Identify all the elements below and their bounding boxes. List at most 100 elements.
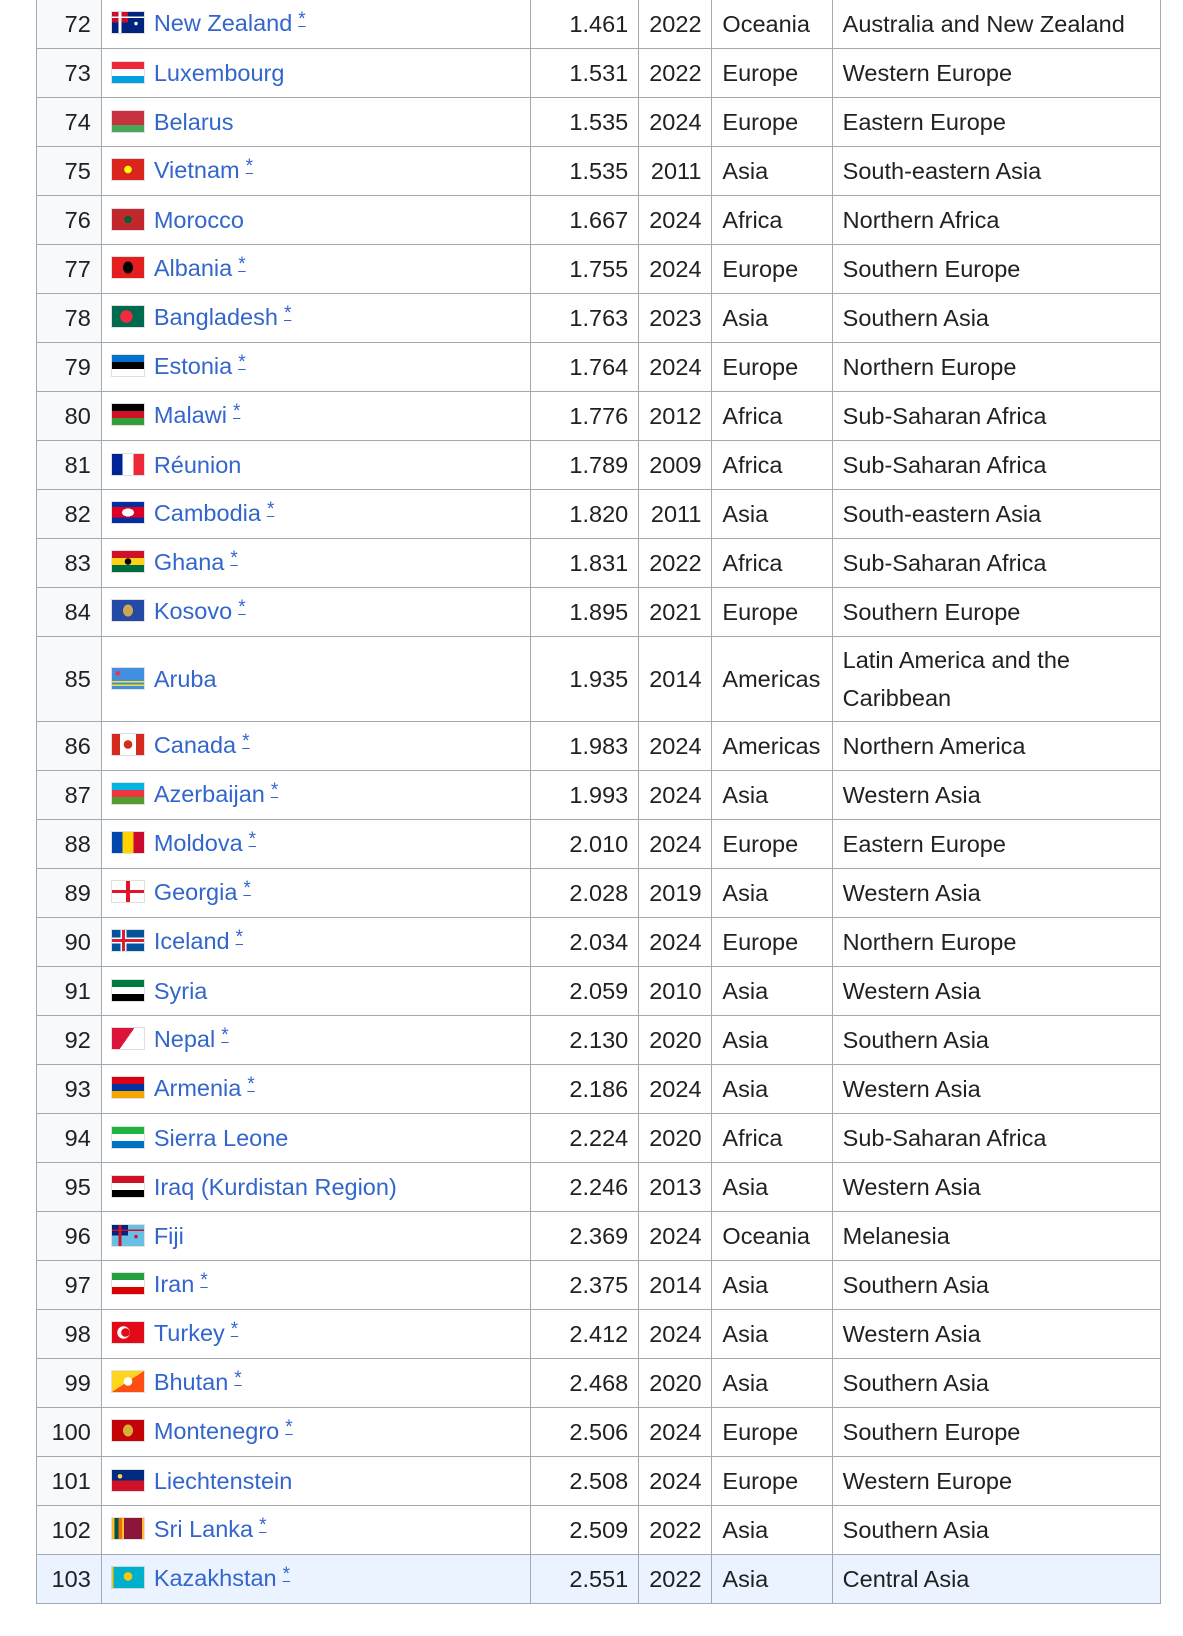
value-cell: 1.755	[529, 244, 640, 294]
region-cell: Asia	[711, 1015, 833, 1065]
country-link[interactable]: Iceland	[154, 928, 230, 954]
country-cell: Azerbaijan *	[100, 770, 531, 820]
value-cell: 1.535	[529, 146, 640, 196]
region-cell: Asia	[711, 1162, 833, 1212]
country-link[interactable]: Moldova	[154, 830, 243, 856]
rank-cell: 98	[36, 1309, 102, 1359]
note-marker-link[interactable]: *	[271, 780, 278, 801]
year-cell: 2024	[638, 1407, 713, 1457]
country-cell: Albania *	[100, 244, 531, 294]
value-cell: 2.028	[529, 868, 640, 918]
country-link[interactable]: Turkey	[154, 1320, 225, 1346]
subregion-cell: Southern Asia	[831, 1015, 1162, 1065]
kazakhstan-flag-icon	[111, 1566, 144, 1588]
country-cell: Syria	[100, 966, 531, 1016]
kosovo-flag-icon	[111, 599, 144, 621]
rank-cell: 83	[36, 538, 102, 588]
table-row: 78 Bangladesh * 1.763 2023 Asia Southern Asia	[36, 293, 1162, 343]
table-row: 75 Vietnam * 1.535 2011 Asia South-eastern Asi…	[36, 146, 1162, 196]
region-cell: Europe	[711, 819, 833, 869]
montenegro-flag-icon	[111, 1419, 144, 1441]
luxembourg-flag-icon	[111, 62, 144, 84]
note-marker-link[interactable]: *	[246, 156, 253, 177]
country-cell: New Zealand *	[100, 0, 531, 49]
country-link[interactable]: Albania	[154, 255, 232, 281]
country-cell: Canada *	[100, 721, 531, 771]
value-cell: 1.535	[529, 97, 640, 147]
value-cell: 1.461	[529, 0, 640, 49]
country-link[interactable]: Kosovo	[154, 598, 232, 624]
year-cell: 2012	[638, 391, 713, 441]
country-link[interactable]: Réunion	[154, 452, 242, 478]
note-marker-link[interactable]: *	[200, 1270, 207, 1291]
country-link[interactable]: Morocco	[154, 207, 244, 233]
subregion-cell: Western Asia	[831, 770, 1162, 820]
note-marker-link[interactable]: *	[238, 254, 245, 275]
country-link[interactable]: Estonia	[154, 353, 232, 379]
value-cell: 1.993	[529, 770, 640, 820]
data-table: 72 New Zealand * 1.461 2022 Oceania Australia …	[36, 0, 1162, 1604]
rank-cell: 73	[36, 48, 102, 98]
country-link[interactable]: Cambodia	[154, 500, 261, 526]
country-link[interactable]: New Zealand	[154, 10, 292, 36]
value-cell: 2.551	[529, 1554, 640, 1604]
note-marker-link[interactable]: *	[259, 1515, 266, 1536]
year-cell: 2022	[638, 0, 713, 49]
year-cell: 2022	[638, 538, 713, 588]
note-marker-link[interactable]: *	[238, 597, 245, 618]
country-link[interactable]: Ghana	[154, 549, 225, 575]
country-link[interactable]: Azerbaijan	[154, 781, 265, 807]
note-marker-link[interactable]: *	[231, 1319, 238, 1340]
note-marker-link[interactable]: *	[283, 1564, 290, 1585]
note-marker-link[interactable]: *	[230, 548, 237, 569]
table-row: 82 Cambodia * 1.820 2011 Asia South-eastern As…	[36, 489, 1162, 539]
note-marker-link[interactable]: *	[243, 878, 250, 899]
country-link[interactable]: Liechtenstein	[154, 1468, 293, 1494]
rank-cell: 90	[36, 917, 102, 967]
country-link[interactable]: Sri Lanka	[154, 1516, 253, 1542]
note-marker-link[interactable]: *	[247, 1074, 254, 1095]
country-link[interactable]: Montenegro	[154, 1418, 279, 1444]
table-row: 72 New Zealand * 1.461 2022 Oceania Australia …	[36, 0, 1162, 49]
note-marker-link[interactable]: *	[267, 499, 274, 520]
table-row: 91 Syria 2.059 2010 Asia Western Asia	[36, 966, 1162, 1016]
country-link[interactable]: Armenia	[154, 1075, 242, 1101]
country-link[interactable]: Bhutan	[154, 1369, 228, 1395]
rank-cell: 75	[36, 146, 102, 196]
country-link[interactable]: Georgia	[154, 879, 238, 905]
country-link[interactable]: Syria	[154, 978, 208, 1004]
note-marker-link[interactable]: *	[242, 731, 249, 752]
note-marker-link[interactable]: *	[233, 401, 240, 422]
note-marker-link[interactable]: *	[234, 1368, 241, 1389]
country-link[interactable]: Vietnam	[154, 157, 240, 183]
country-link[interactable]: Iran	[154, 1271, 195, 1297]
region-cell: Europe	[711, 587, 833, 637]
country-link[interactable]: Sierra Leone	[154, 1125, 289, 1151]
note-marker-link[interactable]: *	[284, 303, 291, 324]
country-link[interactable]: Nepal	[154, 1026, 215, 1052]
note-marker-link[interactable]: *	[236, 927, 243, 948]
note-marker-link[interactable]: *	[238, 352, 245, 373]
subregion-cell: Western Asia	[831, 966, 1162, 1016]
country-link[interactable]: Bangladesh	[154, 304, 278, 330]
note-marker-link[interactable]: *	[298, 9, 305, 30]
year-cell: 2022	[638, 1554, 713, 1604]
country-link[interactable]: Aruba	[154, 666, 217, 692]
country-cell: Luxembourg	[100, 48, 531, 98]
country-link[interactable]: Canada	[154, 732, 236, 758]
value-cell: 2.468	[529, 1358, 640, 1408]
country-link[interactable]: Luxembourg	[154, 60, 285, 86]
country-link[interactable]: Iraq (Kurdistan Region)	[154, 1174, 397, 1200]
country-link[interactable]: Malawi	[154, 402, 227, 428]
country-link[interactable]: Belarus	[154, 109, 234, 135]
note-marker-link[interactable]: *	[249, 829, 256, 850]
cambodia-flag-icon	[111, 501, 144, 523]
country-link[interactable]: Kazakhstan	[154, 1565, 277, 1591]
year-cell: 2024	[638, 917, 713, 967]
rank-cell: 96	[36, 1211, 102, 1261]
note-marker-link[interactable]: *	[221, 1025, 228, 1046]
value-cell: 2.375	[529, 1260, 640, 1310]
note-marker-link[interactable]: *	[285, 1417, 292, 1438]
country-link[interactable]: Fiji	[154, 1223, 184, 1249]
new-zealand-flag-icon	[111, 11, 144, 33]
